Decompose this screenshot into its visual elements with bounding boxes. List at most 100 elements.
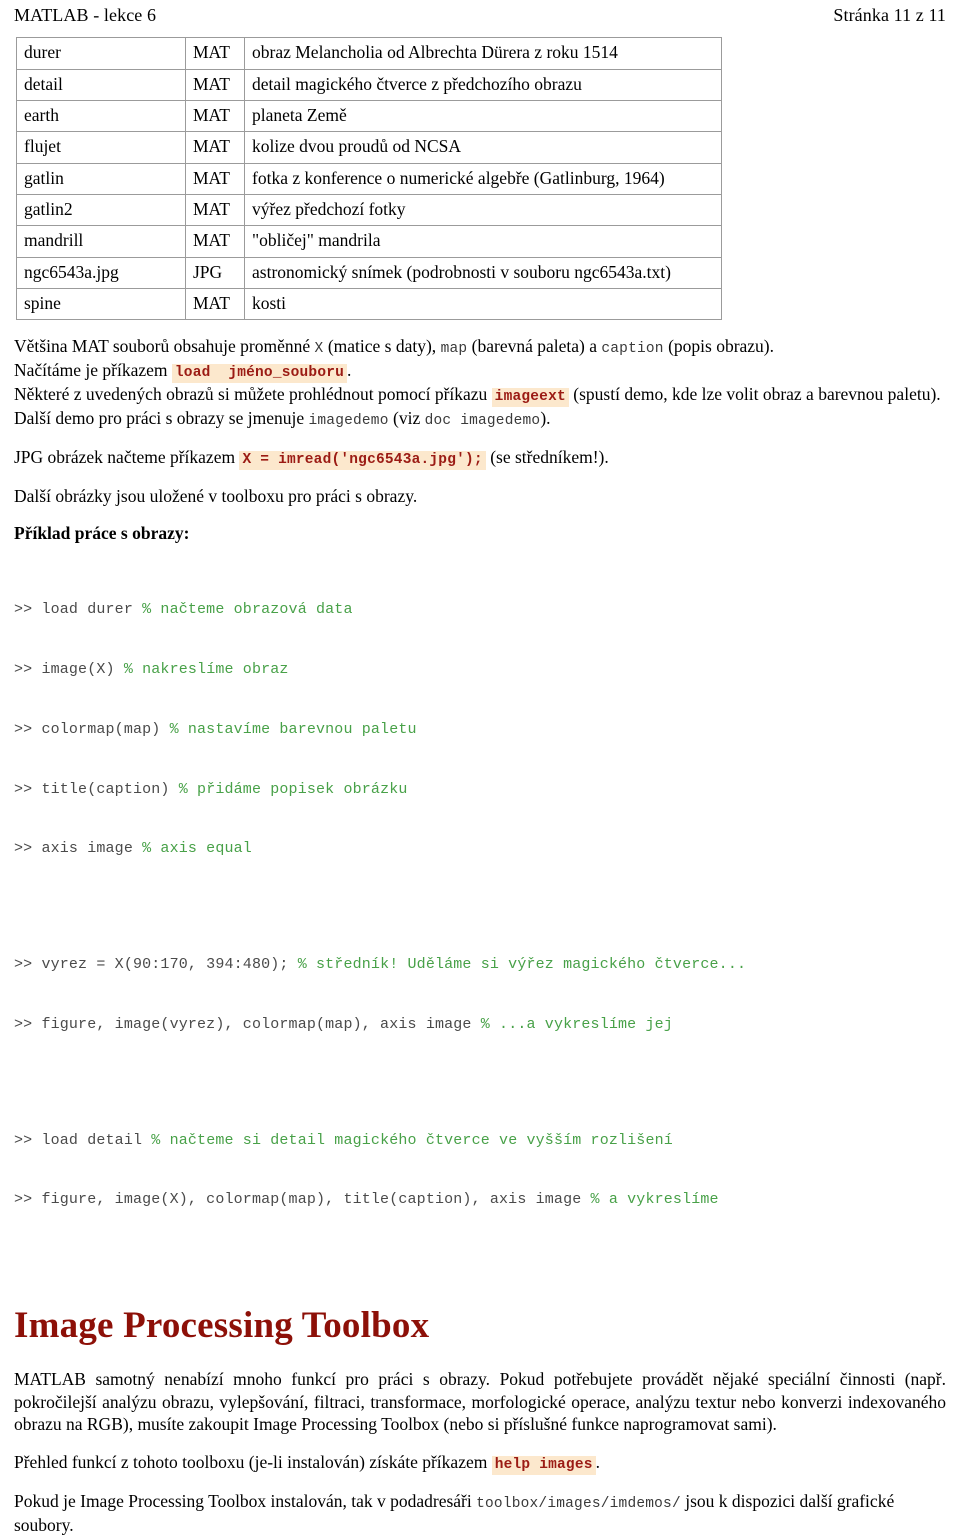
console-line: >> axis image % axis equal: [14, 839, 946, 859]
cell-file-type: MAT: [185, 288, 245, 321]
console-group-1: >> load durer % načteme obrazová data >>…: [14, 560, 946, 899]
console-command: >> title(caption): [14, 780, 179, 798]
cell-file-desc: fotka z konference o numerické algebře (…: [244, 162, 722, 196]
cell-file-type: MAT: [185, 100, 245, 133]
text-fragment: (popis obrazu).: [663, 336, 775, 357]
more-images-section: Další obrázky jsou uložené v toolboxu pr…: [14, 485, 946, 508]
console-line: >> vyrez = X(90:170, 394:480); % střední…: [14, 955, 946, 975]
console-command: >> figure, image(vyrez), colormap(map), …: [14, 1015, 481, 1033]
text-fragment: Přehled funkcí z tohoto toolboxu (je-li …: [14, 1452, 492, 1473]
sample-image-files-table: durer MAT obraz Melancholia od Albrechta…: [16, 37, 722, 321]
cell-file-name: earth: [16, 100, 186, 133]
cell-file-desc: kosti: [244, 288, 722, 321]
console-command: >> figure, image(X), colormap(map), titl…: [14, 1191, 591, 1209]
document-title: MATLAB - lekce 6: [14, 5, 157, 25]
cell-file-type: MAT: [185, 194, 245, 227]
console-line: >> figure, image(vyrez), colormap(map), …: [14, 1015, 946, 1035]
jpg-read-section: JPG obrázek načteme příkazem X = imread(…: [14, 446, 946, 470]
console-comment: % načteme si detail magického čtverce ve…: [151, 1131, 673, 1149]
console-group-2: >> vyrez = X(90:170, 394:480); % střední…: [14, 915, 946, 1075]
toolbox-intro: MATLAB samotný nenabízí mnoho funkcí pro…: [14, 1368, 946, 1436]
console-comment: % a vykreslíme: [590, 1191, 719, 1209]
mat-variables-section: Většina MAT souborů obsahuje proměnné X …: [14, 335, 946, 430]
cell-file-type: MAT: [185, 37, 245, 70]
paragraph-load-command: Načítáme je příkazem load jméno_souboru.: [14, 359, 946, 384]
cell-file-desc: kolize dvou proudů od NCSA: [244, 131, 722, 164]
inline-code-map: map: [440, 341, 468, 358]
example-heading: Příklad práce s obrazy:: [14, 523, 190, 544]
inline-code-caption: caption: [601, 341, 664, 358]
text-fragment: JPG obrázek načteme příkazem: [14, 446, 240, 467]
toolbox-section: Image Processing Toolbox: [14, 1305, 946, 1347]
text-fragment: (matice s daty),: [323, 336, 441, 357]
text-fragment: Pokud je Image Processing Toolbox instal…: [14, 1490, 477, 1511]
toolbox-imdemos-section: Pokud je Image Processing Toolbox instal…: [14, 1490, 946, 1537]
paragraph-mat-variables: Většina MAT souborů obsahuje proměnné X …: [14, 335, 946, 359]
table-row: spine MAT kosti: [16, 288, 722, 321]
console-comment: % středník! Uděláme si výřez magického č…: [297, 956, 747, 974]
cell-file-type: MAT: [185, 162, 245, 196]
table-row: earth MAT planeta Země: [16, 100, 722, 133]
cell-file-desc: obraz Melancholia od Albrechta Dürera z …: [244, 37, 722, 70]
paragraph-imagedemo: Další demo pro práci s obrazy se jmenuje…: [14, 407, 946, 431]
text-fragment: (se středníkem!).: [485, 446, 609, 467]
console-comment: % nastavíme barevnou paletu: [169, 720, 417, 738]
paragraph-toolbox-intro: MATLAB samotný nenabízí mnoho funkcí pro…: [14, 1368, 946, 1435]
table-row: gatlin2 MAT výřez předchozí fotky: [16, 194, 722, 227]
text-fragment: Většina MAT souborů obsahuje proměnné: [14, 336, 315, 357]
table-row: detail MAT detail magického čtverce z př…: [16, 68, 722, 102]
cell-file-name: mandrill: [16, 225, 186, 258]
cell-file-desc: astronomický snímek (podrobnosti v soubo…: [244, 256, 722, 290]
console-group-3: >> load detail % načteme si detail magic…: [14, 1091, 946, 1251]
cell-file-type: MAT: [185, 225, 245, 258]
console-comment: % načteme obrazová data: [142, 601, 353, 619]
paragraph-more-images: Další obrázky jsou uložené v toolboxu pr…: [14, 485, 418, 506]
console-transcript: >> load durer % načteme obrazová data >>…: [14, 560, 946, 1250]
cell-file-desc: výřez předchozí fotky: [244, 194, 722, 227]
cell-file-name: flujet: [16, 131, 186, 164]
cell-file-name: gatlin: [16, 162, 186, 196]
page-indicator: Stránka 11 z 11: [833, 5, 946, 25]
text-fragment: (viz: [388, 408, 425, 429]
text-fragment: Další demo pro práci s obrazy se jmenuje: [14, 408, 309, 429]
table-row: gatlin MAT fotka z konference o numerick…: [16, 162, 722, 196]
console-command: >> vyrez = X(90:170, 394:480);: [14, 956, 298, 974]
document-header: MATLAB - lekce 6 Stránka 11 z 11: [14, 0, 946, 27]
section-title-image-processing-toolbox: Image Processing Toolbox: [14, 1305, 430, 1347]
console-line: >> load detail % načteme si detail magic…: [14, 1131, 946, 1151]
console-command: >> load durer: [14, 601, 143, 619]
paragraph-imdemos-path: Pokud je Image Processing Toolbox instal…: [14, 1490, 946, 1537]
example-section: Příklad práce s obrazy:: [14, 522, 946, 545]
inline-code-help-images: help images: [491, 1456, 596, 1476]
console-line: >> figure, image(X), colormap(map), titl…: [14, 1190, 946, 1210]
console-spacer: [14, 1075, 946, 1091]
cell-file-type: MAT: [185, 131, 245, 164]
console-line: >> colormap(map) % nastavíme barevnou pa…: [14, 720, 946, 740]
console-command: >> colormap(map): [14, 720, 170, 738]
console-command: >> load detail: [14, 1131, 152, 1149]
cell-file-name: spine: [16, 288, 186, 321]
paragraph-help-images: Přehled funkcí z tohoto toolboxu (je-li …: [14, 1451, 946, 1476]
console-line: >> image(X) % nakreslíme obraz: [14, 660, 946, 680]
table-row: flujet MAT kolize dvou proudů od NCSA: [16, 131, 722, 164]
table-body: durer MAT obraz Melancholia od Albrechta…: [16, 37, 722, 321]
cell-file-type: MAT: [185, 68, 245, 102]
cell-file-desc: planeta Země: [244, 100, 722, 133]
text-fragment: (spustí demo, kde lze volit obraz a bare…: [568, 384, 941, 405]
cell-file-name: detail: [16, 68, 186, 102]
inline-code-imread: X = imread('ngc6543a.jpg');: [239, 450, 486, 470]
console-comment: % přidáme popisek obrázku: [178, 780, 408, 798]
text-fragment: ).: [540, 408, 551, 429]
document-page: MATLAB - lekce 6 Stránka 11 z 11 durer M…: [0, 0, 960, 1537]
cell-file-desc: "obličej" mandrila: [244, 225, 722, 258]
inline-code-doc-imagedemo: doc imagedemo: [424, 413, 541, 430]
cell-file-type: JPG: [185, 256, 245, 290]
cell-file-desc: detail magického čtverce z předchozího o…: [244, 68, 722, 102]
console-command: >> axis image: [14, 840, 143, 858]
console-comment: % nakreslíme obraz: [123, 660, 289, 678]
console-line: >> title(caption) % přidáme popisek obrá…: [14, 780, 946, 800]
toolbox-help-section: Přehled funkcí z tohoto toolboxu (je-li …: [14, 1451, 946, 1476]
table-row: ngc6543a.jpg JPG astronomický snímek (po…: [16, 256, 722, 290]
text-fragment: (barevná paleta) a: [467, 336, 602, 357]
paragraph-imageext: Některé z uvedených obrazů si můžete pro…: [14, 383, 946, 408]
